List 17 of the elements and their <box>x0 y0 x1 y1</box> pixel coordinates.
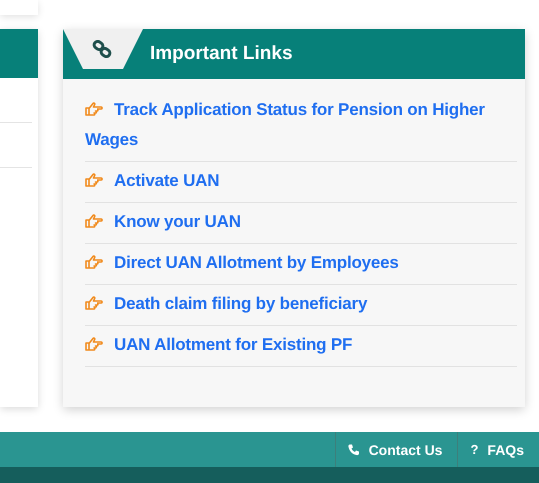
link[interactable]: Death claim filing by beneficiary <box>85 289 517 319</box>
question-icon: ? <box>470 442 478 457</box>
pointing-hand-icon <box>85 337 103 351</box>
pointing-hand-icon <box>85 214 103 228</box>
link[interactable]: Know your UAN <box>85 207 517 237</box>
link-icon <box>92 40 112 58</box>
panel-title: Important Links <box>150 43 293 65</box>
phone-icon <box>348 444 360 456</box>
pointing-hand-icon <box>85 173 103 187</box>
pointing-hand-icon <box>85 255 103 269</box>
link[interactable]: Track Application Status for Pension on Higher Wages <box>85 95 517 155</box>
pointing-hand-icon <box>85 102 103 116</box>
link[interactable]: Direct UAN Allotment by Employees <box>85 248 517 278</box>
link[interactable]: UAN Allotment for Existing PF <box>85 330 517 360</box>
panel-header <box>0 29 38 78</box>
link[interactable]: Activate UAN <box>85 166 517 196</box>
pointing-hand-icon <box>85 296 103 310</box>
